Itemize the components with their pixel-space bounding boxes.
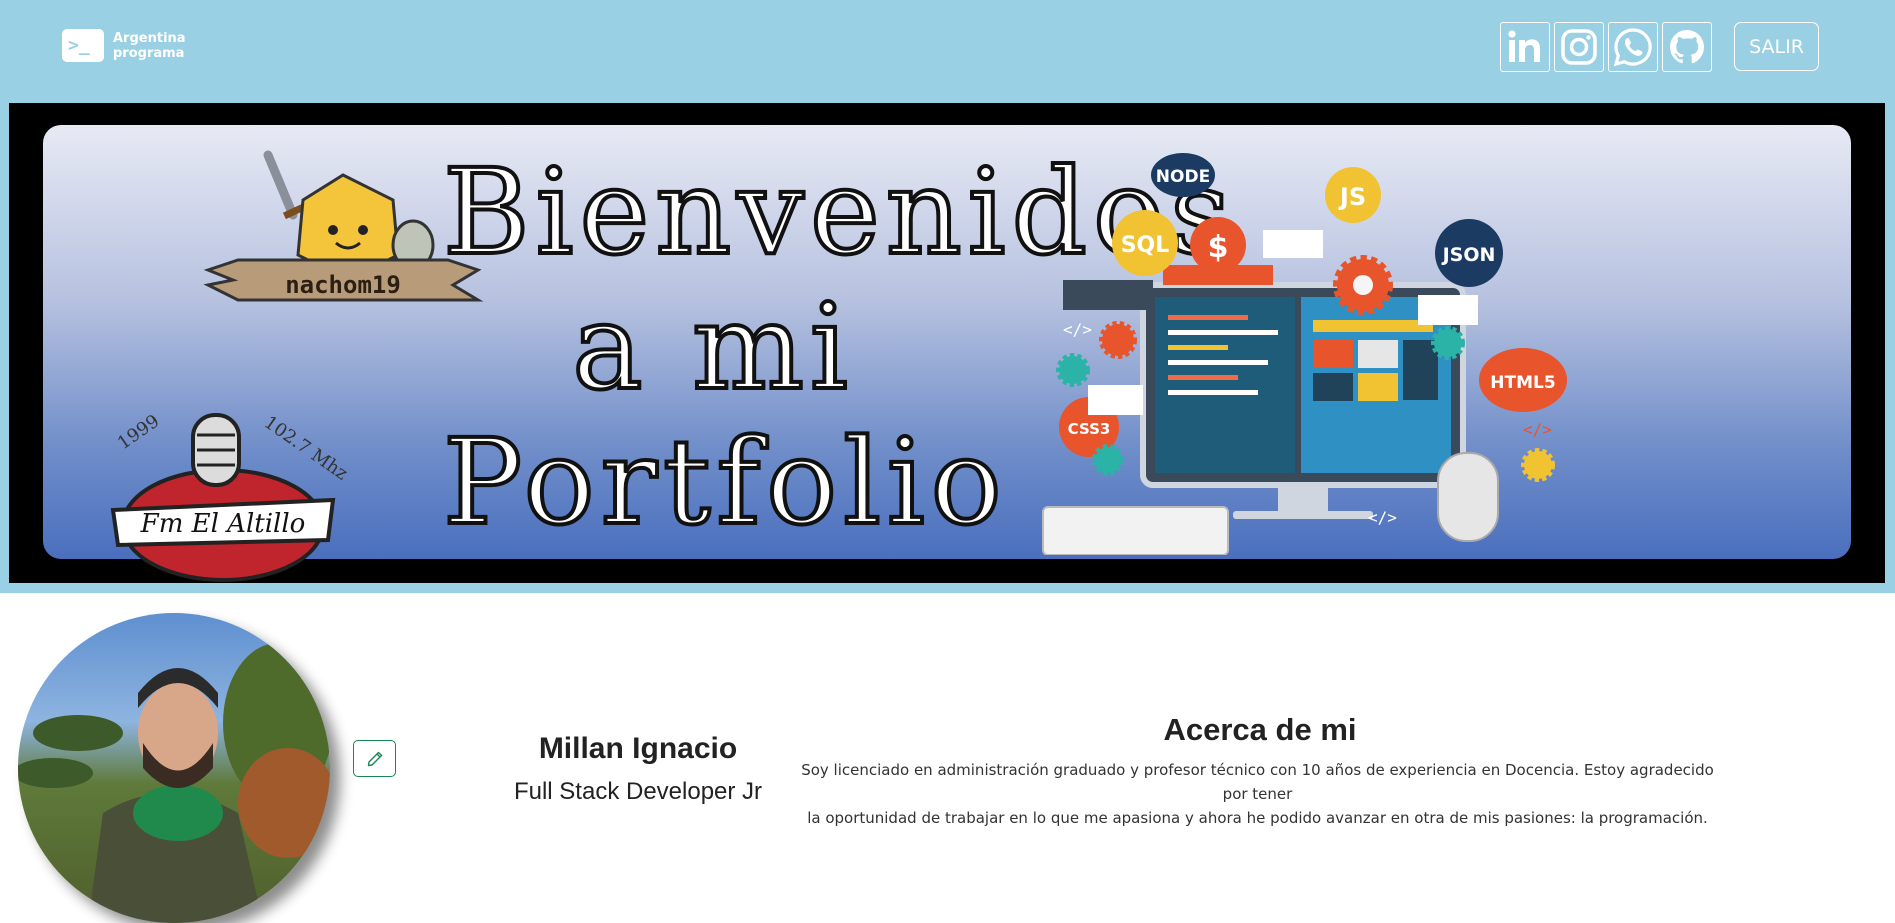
edit-profile-button[interactable] — [353, 740, 396, 777]
svg-text:</>: </> — [1523, 420, 1552, 439]
css3-label: CSS3 — [1068, 420, 1111, 438]
tech-illustration: NODE JS SQL $ JSON HTML5 CSS3 </> </> </… — [1042, 153, 1567, 555]
fm-year-label: 1999 — [114, 411, 164, 454]
json-label: JSON — [1441, 244, 1496, 266]
logout-button[interactable]: SALIR — [1734, 22, 1819, 71]
banner-background: nachom19 1999 102.7 Mhz Fm El Altillo Bi… — [43, 125, 1851, 582]
whatsapp-icon — [1613, 28, 1652, 67]
about-text-line-2: la oportunidad de trabajar en lo que me … — [807, 809, 1708, 827]
nachom19-label: nachom19 — [285, 271, 401, 299]
about-text: Soy licenciado en administración graduad… — [790, 758, 1725, 830]
about-text-line-1: Soy licenciado en administración graduad… — [801, 761, 1714, 803]
header: >_ Argentina programa SALIR nachom19 199… — [0, 0, 1895, 593]
fm-el-altillo-badge: 1999 102.7 Mhz Fm El Altillo — [93, 395, 353, 583]
linkedin-icon — [1508, 30, 1540, 62]
fm-frequency-label: 102.7 Mhz — [260, 412, 351, 485]
sql-label: SQL — [1121, 233, 1170, 258]
github-icon — [1670, 30, 1704, 64]
banner-title-line-2: a mi — [570, 278, 854, 417]
banner-title: Bienvenidos a mi Portfolio — [441, 143, 1237, 552]
logo-text: Argentina programa — [113, 31, 186, 61]
js-label: JS — [1338, 183, 1366, 211]
social-links — [1500, 22, 1712, 72]
banner-title-line-3: Portfolio — [441, 413, 1008, 552]
linkedin-button[interactable] — [1500, 22, 1550, 72]
html5-label: HTML5 — [1490, 373, 1555, 393]
welcome-banner: nachom19 1999 102.7 Mhz Fm El Altillo Bi… — [9, 103, 1885, 583]
terminal-icon: >_ — [62, 29, 104, 62]
about-title: Acerca de mi — [1163, 712, 1357, 747]
logo-line-2: programa — [113, 45, 185, 61]
svg-text:$: $ — [1208, 230, 1229, 265]
instagram-button[interactable] — [1554, 22, 1604, 72]
argentina-programa-logo[interactable]: >_ Argentina programa — [62, 29, 186, 62]
profile-avatar — [18, 613, 330, 923]
whatsapp-button[interactable] — [1608, 22, 1658, 72]
svg-text:</>: </> — [1063, 320, 1092, 339]
profile-role: Full Stack Developer Jr — [513, 778, 763, 805]
instagram-icon — [1561, 29, 1597, 65]
node-label: NODE — [1156, 167, 1210, 187]
profile-name: Millan Ignacio — [538, 732, 738, 765]
logo-line-1: Argentina — [113, 30, 186, 46]
github-button[interactable] — [1662, 22, 1712, 72]
code-label: </> — [1368, 508, 1397, 527]
banner-title-line-1: Bienvenidos — [441, 143, 1237, 282]
pencil-icon — [367, 751, 382, 766]
fm-name-label: Fm El Altillo — [140, 509, 306, 539]
